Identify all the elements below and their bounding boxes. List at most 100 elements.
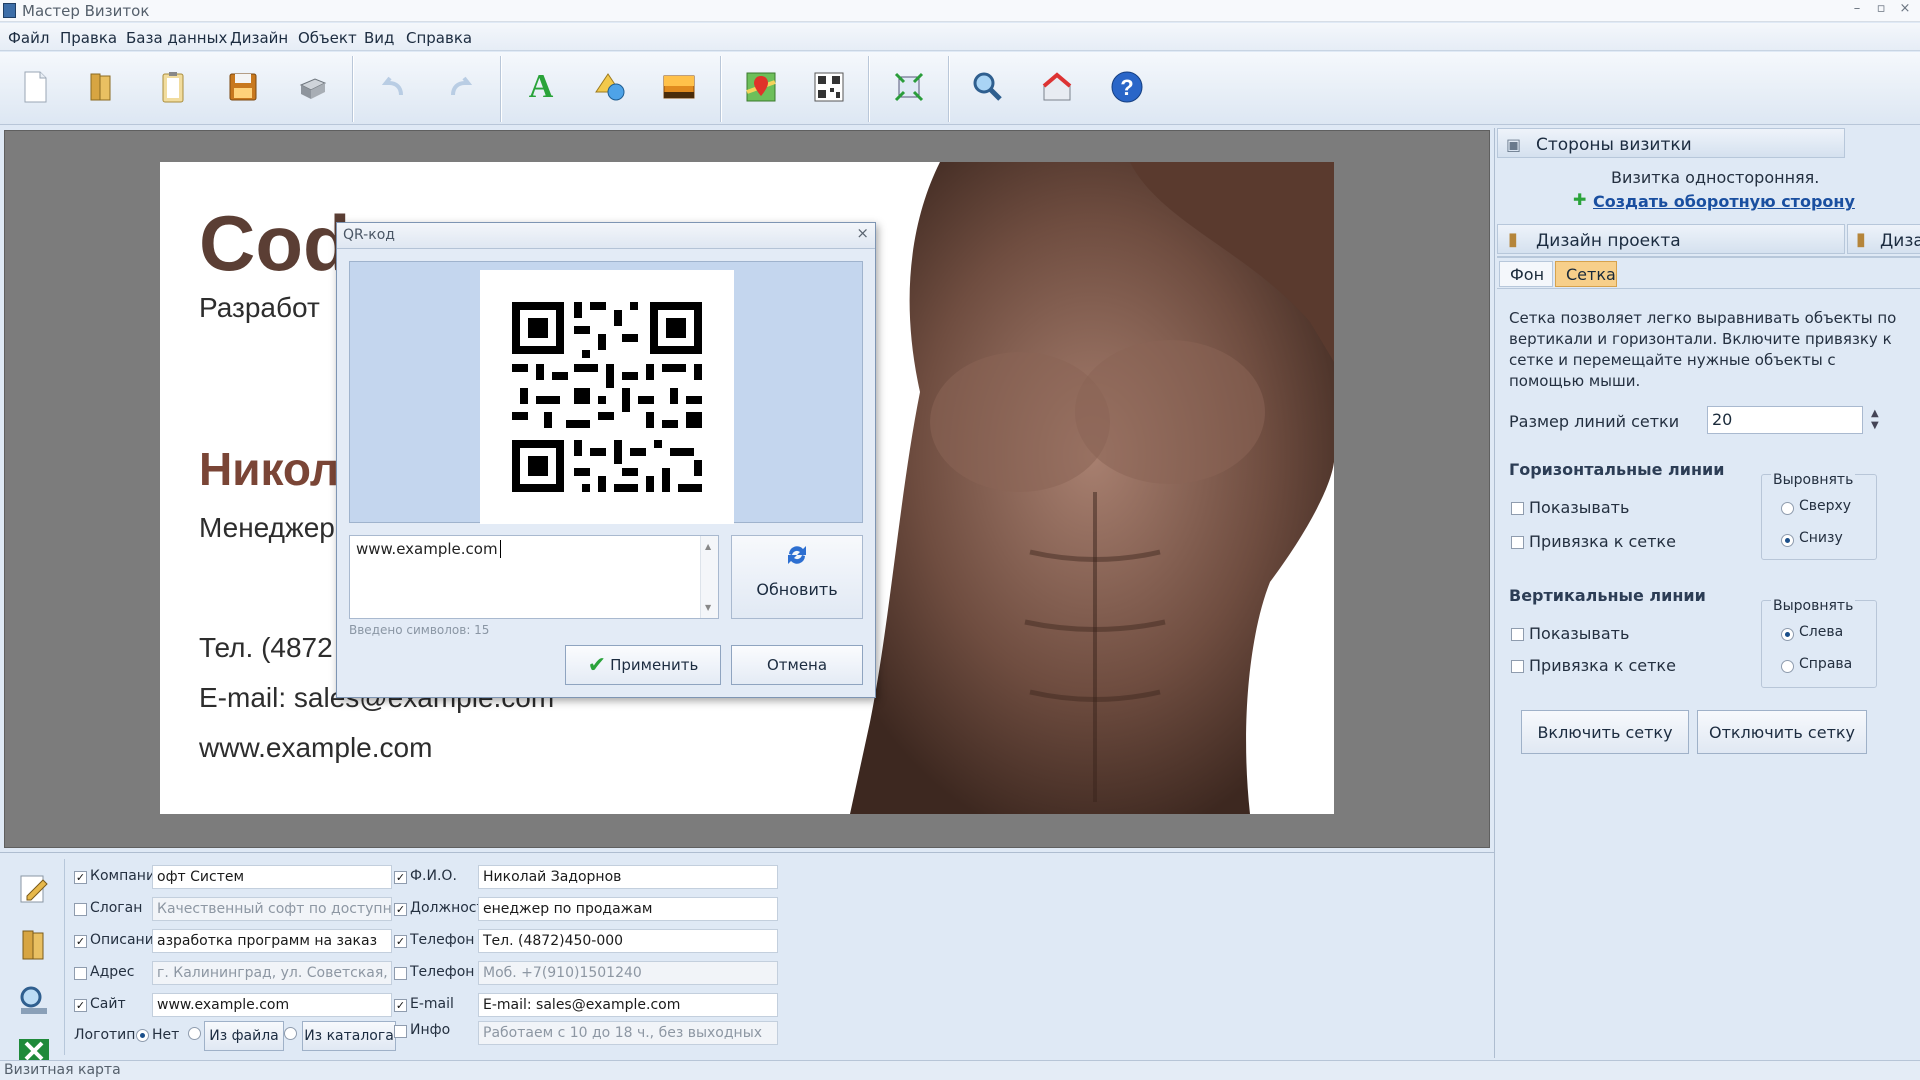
menu-file[interactable]: Файл — [8, 29, 49, 47]
qr-preview-area — [349, 261, 863, 524]
card-name[interactable]: Никол — [199, 442, 339, 496]
map-icon[interactable] — [738, 64, 784, 110]
logo-from-catalog-button[interactable]: Из каталога — [302, 1021, 396, 1051]
qr-code-image — [480, 270, 734, 524]
logo-none-radio[interactable] — [136, 1029, 149, 1042]
v-snap-checkbox[interactable] — [1511, 660, 1524, 673]
export-icon[interactable] — [1034, 64, 1080, 110]
h-snap-checkbox[interactable] — [1511, 536, 1524, 549]
logo-catalog-radio[interactable] — [284, 1027, 297, 1040]
h-align-title: Выровнять — [1771, 472, 1856, 488]
card-phone[interactable]: Тел. (4872 — [199, 632, 333, 664]
new-icon[interactable] — [12, 64, 58, 110]
save-icon[interactable] — [220, 64, 266, 110]
address-input[interactable]: г. Калининград, ул. Советская, д. — [152, 961, 392, 985]
h-align-bottom-radio[interactable] — [1781, 534, 1794, 547]
edit-icon[interactable] — [8, 863, 60, 915]
cancel-button[interactable]: Отмена — [731, 645, 863, 685]
close-icon[interactable]: × — [856, 224, 869, 242]
maximize-button[interactable]: ▫ — [1870, 0, 1892, 18]
phone2-input[interactable]: Моб. +7(910)1501240 — [478, 961, 778, 985]
grid-size-input[interactable]: 20 — [1707, 406, 1863, 434]
site-input[interactable]: www.example.com — [152, 993, 392, 1017]
position-input[interactable]: енеджер по продажам — [478, 897, 778, 921]
phone1-checkbox[interactable]: ✓ — [394, 935, 407, 948]
info-label: Инфо — [410, 1022, 451, 1038]
email-checkbox[interactable]: ✓ — [394, 999, 407, 1012]
sides-header[interactable]: Стороны визитки ▣ — [1497, 128, 1845, 158]
dialog-titlebar[interactable] — [337, 223, 875, 249]
menu-help[interactable]: Справка — [406, 29, 472, 47]
menu-view[interactable]: Вид — [364, 29, 394, 47]
shapes-icon[interactable] — [588, 64, 634, 110]
menu-design[interactable]: Дизайн — [230, 29, 288, 47]
h-show-label: Показывать — [1529, 498, 1630, 517]
create-back-link[interactable]: Создать оборотную сторону — [1593, 192, 1855, 211]
v-show-checkbox[interactable] — [1511, 628, 1524, 641]
fio-input[interactable]: Николай Задорнов — [478, 865, 778, 889]
open-icon[interactable] — [78, 64, 124, 110]
info-input[interactable]: Работаем с 10 до 18 ч., без выходных — [478, 1021, 778, 1045]
sides-title: Стороны визитки — [1536, 135, 1692, 155]
tab-grid[interactable]: Сетка — [1555, 261, 1617, 287]
horizontal-title: Горизонтальные линии — [1509, 460, 1725, 479]
design-icon-2: ▮ — [1856, 229, 1866, 250]
description-checkbox[interactable]: ✓ — [74, 935, 87, 948]
refresh-button[interactable]: Обновить — [731, 535, 863, 619]
logo-file-radio[interactable] — [188, 1027, 201, 1040]
text-icon[interactable]: A — [518, 64, 564, 110]
tab-background[interactable]: Фон — [1499, 261, 1553, 287]
h-align-top-radio[interactable] — [1781, 502, 1794, 515]
card-position[interactable]: Менеджер — [199, 512, 335, 544]
qr-icon[interactable] — [806, 64, 852, 110]
scrollbar[interactable]: ▲ ▼ — [700, 536, 718, 618]
close-window-button[interactable]: × — [1894, 0, 1916, 18]
company-checkbox[interactable]: ✓ — [74, 871, 87, 884]
phone1-input[interactable]: Тел. (4872)450-000 — [478, 929, 778, 953]
h-show-checkbox[interactable] — [1511, 502, 1524, 515]
image-icon[interactable] — [656, 64, 702, 110]
refresh-label: Обновить — [756, 580, 838, 599]
zoom-icon[interactable] — [964, 64, 1010, 110]
card-company[interactable]: Cod — [199, 198, 351, 289]
enable-grid-button[interactable]: Включить сетку — [1521, 710, 1689, 754]
search-db-icon[interactable] — [8, 975, 60, 1027]
print-icon[interactable] — [290, 64, 336, 110]
menu-edit[interactable]: Правка — [60, 29, 117, 47]
company-input[interactable]: офт Систем — [152, 865, 392, 889]
apply-button[interactable]: ✔ Применить — [565, 645, 721, 685]
fit-icon[interactable] — [886, 64, 932, 110]
disable-grid-button[interactable]: Отключить сетку — [1697, 710, 1867, 754]
menu-database[interactable]: База данных — [126, 29, 227, 47]
card-description[interactable]: Разработ — [199, 292, 320, 324]
slogan-checkbox[interactable] — [74, 903, 87, 916]
info-checkbox[interactable] — [394, 1025, 407, 1038]
fio-checkbox[interactable]: ✓ — [394, 871, 407, 884]
position-checkbox[interactable]: ✓ — [394, 903, 407, 916]
logo-from-file-button[interactable]: Из файла — [204, 1021, 284, 1051]
grid-size-spinner[interactable]: ▲ ▼ — [1871, 408, 1879, 432]
minimize-button[interactable]: – — [1846, 0, 1868, 18]
undo-icon[interactable] — [370, 64, 416, 110]
clipboard-icon[interactable] — [150, 64, 196, 110]
v-align-left-radio[interactable] — [1781, 628, 1794, 641]
phone2-checkbox[interactable] — [394, 967, 407, 980]
address-checkbox[interactable] — [74, 967, 87, 980]
site-checkbox[interactable]: ✓ — [74, 999, 87, 1012]
qr-text-input[interactable]: www.example.com ▲ ▼ — [349, 535, 719, 619]
design-header[interactable]: Дизайн проекта ▮ — [1497, 224, 1845, 254]
v-align-right-radio[interactable] — [1781, 660, 1794, 673]
text-caret — [500, 540, 501, 558]
app-icon — [3, 3, 16, 18]
email-input[interactable]: E-mail: sales@example.com — [478, 993, 778, 1017]
slogan-input[interactable]: Качественный софт по доступным — [152, 897, 392, 921]
menu-object[interactable]: Объект — [298, 29, 357, 47]
vertical-title: Вертикальные линии — [1509, 586, 1706, 605]
redo-icon[interactable] — [438, 64, 484, 110]
help-icon[interactable]: ? — [1104, 64, 1150, 110]
card-site[interactable]: www.example.com — [199, 732, 432, 764]
design-header-2[interactable]: Диза ▮ — [1847, 224, 1920, 254]
refresh-icon — [732, 542, 862, 572]
book-icon[interactable] — [8, 919, 60, 971]
description-input[interactable]: азработка программ на заказ — [152, 929, 392, 953]
